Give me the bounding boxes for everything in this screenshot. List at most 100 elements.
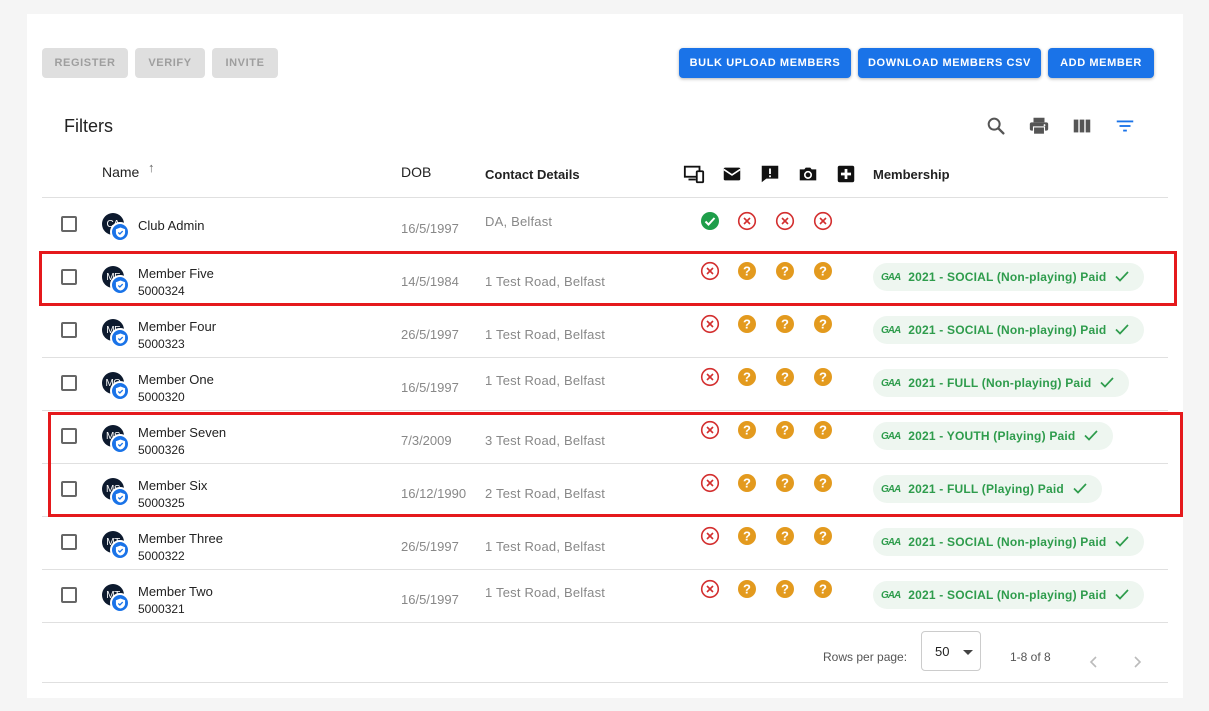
- cancel-circle-icon: [700, 579, 720, 599]
- contact-details-column-header[interactable]: Contact Details: [485, 167, 580, 182]
- svg-text:?: ?: [743, 370, 751, 385]
- member-dob: 26/5/1997: [401, 327, 459, 342]
- alert-icon: [759, 163, 781, 185]
- svg-text:?: ?: [781, 529, 789, 544]
- member-name[interactable]: Member One: [138, 372, 214, 387]
- table-row[interactable]: MTMember Two500032116/5/19971 Test Road,…: [42, 569, 1168, 622]
- member-name[interactable]: Member Three: [138, 531, 223, 546]
- membership-chip[interactable]: GAA 2021 - SOCIAL (Non-playing) Paid: [873, 528, 1145, 556]
- membership-column-header[interactable]: Membership: [873, 167, 950, 182]
- membership-label: 2021 - SOCIAL (Non-playing) Paid: [908, 535, 1107, 549]
- chevron-down-icon: [963, 650, 973, 655]
- help-circle-icon: ?: [813, 526, 833, 546]
- member-id: 5000321: [138, 602, 185, 616]
- filter-list-icon[interactable]: [1114, 115, 1136, 137]
- app-access-icon: [683, 163, 705, 185]
- rows-per-page-label: Rows per page:: [823, 650, 908, 664]
- member-name[interactable]: Member Four: [138, 319, 216, 334]
- cancel-circle-icon: [700, 526, 720, 546]
- footer-divider: [42, 682, 1168, 683]
- row-checkbox[interactable]: [61, 375, 77, 391]
- help-circle-icon: ?: [813, 367, 833, 387]
- rows-per-page-select[interactable]: 50: [921, 631, 981, 671]
- row-checkbox[interactable]: [61, 534, 77, 550]
- gaa-logo-icon: GAA: [881, 377, 901, 389]
- membership-chip[interactable]: GAA 2021 - SOCIAL (Non-playing) Paid: [873, 581, 1145, 609]
- members-card: REGISTER VERIFY INVITE BULK UPLOAD MEMBE…: [27, 14, 1183, 698]
- member-dob: 16/5/1997: [401, 592, 459, 607]
- member-address: 1 Test Road, Belfast: [485, 539, 606, 554]
- member-address: 1 Test Road, Belfast: [485, 373, 606, 388]
- check-icon: [1099, 374, 1115, 393]
- rows-per-page-value: 50: [935, 644, 950, 659]
- columns-icon[interactable]: [1071, 115, 1093, 137]
- member-dob: 16/5/1997: [401, 380, 459, 395]
- table-title: Filters: [64, 116, 113, 136]
- cancel-circle-icon: [813, 211, 833, 231]
- cancel-circle-icon: [775, 211, 795, 231]
- row-checkbox[interactable]: [61, 322, 77, 338]
- member-id: 5000323: [138, 337, 185, 351]
- svg-text:?: ?: [781, 317, 789, 332]
- download-members-csv-button[interactable]: DOWNLOAD MEMBERS CSV: [858, 48, 1041, 78]
- membership-label: 2021 - SOCIAL (Non-playing) Paid: [908, 588, 1107, 602]
- member-address: DA, Belfast: [485, 214, 553, 229]
- help-circle-icon: ?: [775, 314, 795, 334]
- member-id: 5000322: [138, 549, 185, 563]
- member-name[interactable]: Member Two: [138, 584, 213, 599]
- name-column-header[interactable]: Name: [102, 164, 139, 180]
- membership-label: 2021 - SOCIAL (Non-playing) Paid: [908, 323, 1107, 337]
- svg-text:?: ?: [743, 317, 751, 332]
- cancel-circle-icon: [737, 211, 757, 231]
- membership-chip[interactable]: GAA 2021 - FULL (Non-playing) Paid: [873, 369, 1130, 397]
- highlight-box: [39, 251, 1177, 306]
- check-icon: [1114, 586, 1130, 605]
- svg-text:?: ?: [819, 582, 827, 597]
- cancel-circle-icon: [700, 367, 720, 387]
- bulk-upload-members-button[interactable]: BULK UPLOAD MEMBERS: [679, 48, 851, 78]
- help-circle-icon: ?: [813, 579, 833, 599]
- pagination-range: 1-8 of 8: [1010, 650, 1051, 664]
- add-member-button[interactable]: ADD MEMBER: [1048, 48, 1154, 78]
- dob-column-header[interactable]: DOB: [401, 164, 431, 180]
- medical-icon: [835, 163, 857, 185]
- invite-button[interactable]: INVITE: [212, 48, 278, 78]
- check-circle-icon: [700, 211, 720, 231]
- verified-shield-icon: [110, 540, 130, 560]
- member-id: 5000320: [138, 390, 185, 404]
- row-checkbox[interactable]: [61, 216, 77, 232]
- help-circle-icon: ?: [737, 367, 757, 387]
- svg-text:?: ?: [743, 529, 751, 544]
- gaa-logo-icon: GAA: [881, 324, 901, 336]
- svg-text:?: ?: [781, 370, 789, 385]
- member-dob: 26/5/1997: [401, 539, 459, 554]
- verified-shield-icon: [110, 593, 130, 613]
- member-name[interactable]: Club Admin: [138, 218, 204, 233]
- member-address: 1 Test Road, Belfast: [485, 585, 606, 600]
- svg-text:?: ?: [819, 529, 827, 544]
- svg-text:?: ?: [743, 582, 751, 597]
- chevron-left-icon[interactable]: [1087, 655, 1101, 669]
- member-address: 1 Test Road, Belfast: [485, 327, 606, 342]
- verified-shield-icon: [110, 222, 130, 242]
- member-dob: 16/5/1997: [401, 221, 459, 236]
- membership-chip[interactable]: GAA 2021 - SOCIAL (Non-playing) Paid: [873, 316, 1145, 344]
- table-row[interactable]: MFMember Four500032326/5/19971 Test Road…: [42, 304, 1168, 357]
- svg-text:?: ?: [819, 317, 827, 332]
- check-icon: [1114, 533, 1130, 552]
- table-row[interactable]: MTMember Three500032226/5/19971 Test Roa…: [42, 516, 1168, 569]
- sort-arrow-icon[interactable]: ↑: [148, 160, 155, 175]
- print-icon[interactable]: [1028, 115, 1050, 137]
- help-circle-icon: ?: [737, 314, 757, 334]
- camera-icon: [797, 163, 819, 185]
- verify-button[interactable]: VERIFY: [135, 48, 205, 78]
- membership-label: 2021 - FULL (Non-playing) Paid: [908, 376, 1092, 390]
- row-checkbox[interactable]: [61, 587, 77, 603]
- chevron-right-icon[interactable]: [1130, 655, 1144, 669]
- table-row[interactable]: CAClub Admin16/5/1997DA, Belfast: [42, 198, 1168, 251]
- table-row[interactable]: MOMember One500032016/5/19971 Test Road,…: [42, 357, 1168, 410]
- search-icon[interactable]: [985, 115, 1007, 137]
- register-button[interactable]: REGISTER: [42, 48, 128, 78]
- help-circle-icon: ?: [775, 579, 795, 599]
- verified-shield-icon: [110, 381, 130, 401]
